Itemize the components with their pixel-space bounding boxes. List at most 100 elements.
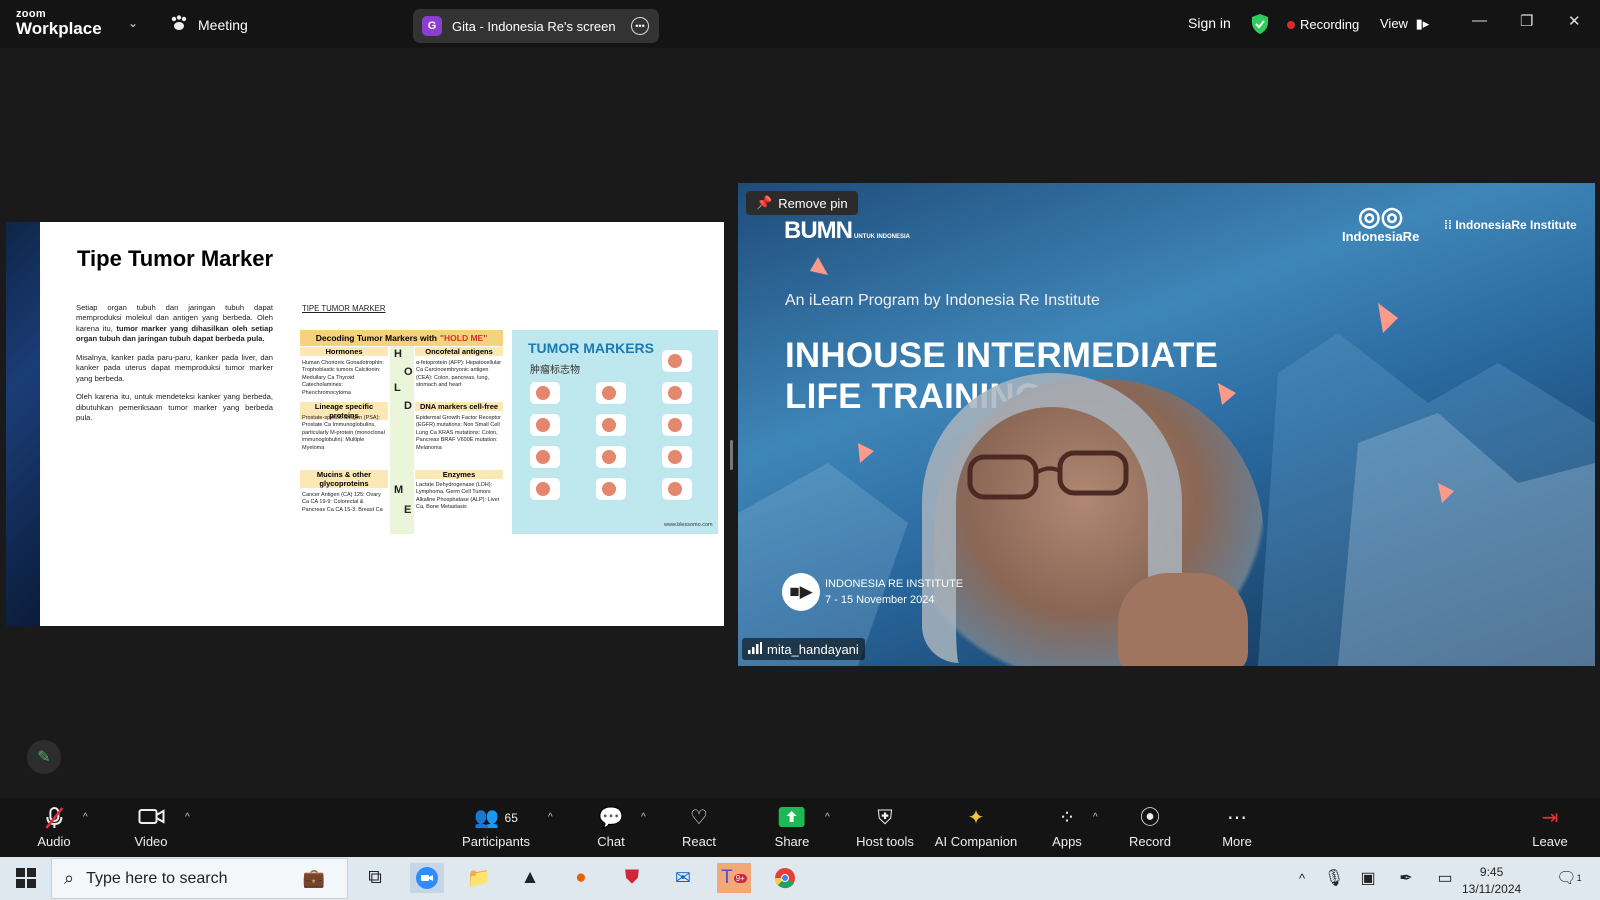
display-icon[interactable]: ▭ (1428, 863, 1462, 893)
apps-button[interactable]: ⁘ Apps (1052, 806, 1082, 849)
letter-m: M (394, 484, 404, 496)
tumor-markers-infographic: TUMOR MARKERS 肿瘤标志物 (512, 330, 718, 534)
muted-microphone-icon (37, 806, 70, 830)
show-hidden-icons-chevron-icon[interactable]: ^ (1285, 863, 1319, 893)
meeting-label: Meeting (198, 16, 248, 33)
record-button[interactable]: ⦿ Record (1129, 806, 1171, 849)
chat-options-chevron-icon[interactable]: ^ (641, 812, 646, 823)
screen-capture-icon[interactable]: ▣ (1351, 863, 1385, 893)
chat-bubble-icon: 💬 (598, 807, 624, 829)
slide-edge-strip (6, 222, 42, 626)
screen-share-pill[interactable]: G Gita - Indonesia Re's screen ••• (413, 9, 659, 43)
chevron-down-icon[interactable]: ⌄ (128, 16, 138, 30)
view-menu[interactable]: View ▮▸ (1380, 16, 1429, 32)
windows-start-icon[interactable] (16, 868, 36, 888)
more-button[interactable]: ⋯ More (1222, 806, 1252, 849)
view-label: View (1380, 16, 1408, 31)
more-options-icon[interactable]: ••• (631, 17, 649, 35)
chrome-icon[interactable] (768, 863, 802, 893)
shield-check-icon[interactable] (1251, 13, 1269, 40)
minimize-icon[interactable]: — (1472, 12, 1487, 29)
zoom-workplace-logo[interactable]: zoom Workplace (16, 9, 102, 38)
indonesia-re-logo-text: IndonesiaRe (1342, 229, 1420, 244)
outlook-icon[interactable]: ✉ (666, 863, 700, 893)
share-arrow-icon (775, 806, 810, 830)
sign-in-link[interactable]: Sign in (1188, 15, 1231, 31)
google-drive-icon[interactable]: ▲ (513, 863, 547, 893)
organ-icon (596, 478, 626, 500)
video-options-chevron-icon[interactable]: ^ (185, 812, 190, 823)
clock-date: 13/11/2024 (1462, 882, 1522, 897)
enzymes-heading: Enzymes (415, 470, 503, 479)
tumor-markers-title: TUMOR MARKERS (528, 340, 654, 356)
video-label: Video (134, 834, 168, 849)
institute-label: INDONESIA RE INSTITUTE 7 - 15 November 2… (825, 577, 963, 609)
apps-options-chevron-icon[interactable]: ^ (1093, 812, 1098, 823)
pin-icon: 📌 (756, 195, 773, 210)
recording-indicator[interactable]: Recording (1287, 17, 1359, 32)
firefox-icon[interactable]: ● (564, 863, 598, 893)
remove-pin-button[interactable]: 📌 Remove pin (746, 191, 858, 215)
lineage-list: Prostate-specific antigen (PSA): Prostat… (302, 415, 385, 451)
organ-icon (530, 414, 560, 436)
logo-bottom-text: Workplace (16, 19, 102, 38)
chat-label: Chat (597, 834, 625, 849)
infographic-header-highlight: "HOLD ME" (439, 333, 488, 343)
participant-name: mita_handayani (767, 641, 859, 657)
pen-icon[interactable]: ✒ (1389, 863, 1423, 893)
bumn-logo: BUMN UNTUK INDONESIA (784, 217, 910, 245)
share-button[interactable]: Share (774, 806, 810, 849)
organ-icon (596, 446, 626, 468)
record-label: Record (1129, 834, 1171, 849)
organ-icon (596, 382, 626, 404)
sharer-avatar: G (422, 16, 442, 36)
audio-options-chevron-icon[interactable]: ^ (83, 812, 88, 823)
ai-companion-button[interactable]: ✦ AI Companion (935, 806, 1017, 849)
share-label: Share (774, 834, 810, 849)
chat-button[interactable]: 💬 Chat (597, 806, 624, 849)
organ-icon (596, 414, 626, 436)
sparkle-icon: ✦ (967, 807, 985, 829)
leave-button[interactable]: ⇥ Leave (1532, 806, 1567, 849)
taskbar-search-box[interactable]: ⌕ Type here to search 💼 (51, 858, 348, 899)
host-tools-button[interactable]: ⛨ Host tools (856, 806, 914, 849)
splitter-handle[interactable] (730, 440, 733, 470)
audio-button[interactable]: Audio (37, 806, 71, 849)
search-icon: ⌕ (64, 868, 75, 888)
hormones-list: Human Chorionic Gonadotrophin: Trophobla… (302, 360, 384, 396)
organ-icon (530, 478, 560, 500)
remove-pin-label: Remove pin (778, 195, 848, 211)
bumn-logo-text: BUMN (784, 217, 853, 244)
restore-icon[interactable]: ❐ (1520, 12, 1533, 30)
program-tagline: An iLearn Program by Indonesia Re Instit… (785, 292, 1100, 309)
task-view-icon[interactable]: ⧉ (358, 863, 392, 893)
react-label: React (682, 834, 716, 849)
windows-taskbar: ⌕ Type here to search 💼 ⧉ 📁 ▲ ● ⛊ ✉ T 9+ … (0, 857, 1600, 900)
notification-center-icon[interactable]: 🗨 1 (1552, 863, 1586, 893)
apps-label: Apps (1052, 834, 1082, 849)
shield-icon: ⛨ (877, 807, 893, 829)
react-button[interactable]: ♡ React (682, 806, 716, 849)
headline-line-1: INHOUSE INTERMEDIATE (785, 336, 1219, 375)
shield-app-icon[interactable]: ⛊ (615, 863, 649, 893)
record-icon: ⦿ (1139, 807, 1160, 829)
taskbar-clock[interactable]: 9:45 13/11/2024 (1462, 864, 1521, 899)
organ-icon (530, 446, 560, 468)
pinned-video-tile[interactable]: 📌 Remove pin BUMN UNTUK INDONESIA ◎◎ Indo… (738, 183, 1595, 666)
meeting-menu[interactable]: Meeting (170, 15, 248, 34)
share-options-chevron-icon[interactable]: ^ (825, 812, 830, 823)
close-icon[interactable]: ✕ (1568, 12, 1581, 30)
microphone-icon[interactable]: 🎙 (1317, 863, 1351, 893)
file-explorer-icon[interactable]: 📁 (462, 863, 496, 893)
shared-screen-slide[interactable]: Tipe Tumor Marker Setiap organ tubuh dan… (40, 222, 724, 626)
participants-button[interactable]: 👥 65 Participants (462, 806, 530, 849)
hold-me-letters: H O L D M E (390, 346, 414, 534)
hold-me-infographic: Decoding Tumor Markers with "HOLD ME" Ho… (300, 330, 503, 534)
infographic-header-text: Decoding Tumor Markers with (315, 333, 437, 343)
participants-options-chevron-icon[interactable]: ^ (548, 812, 553, 823)
video-button[interactable]: Video (134, 806, 168, 849)
teams-icon[interactable]: T 9+ (717, 863, 751, 893)
annotate-pencil-icon[interactable]: ✎ (27, 740, 61, 774)
participants-icon: 👥 65 (474, 807, 518, 829)
zoom-app-icon[interactable] (410, 863, 444, 893)
